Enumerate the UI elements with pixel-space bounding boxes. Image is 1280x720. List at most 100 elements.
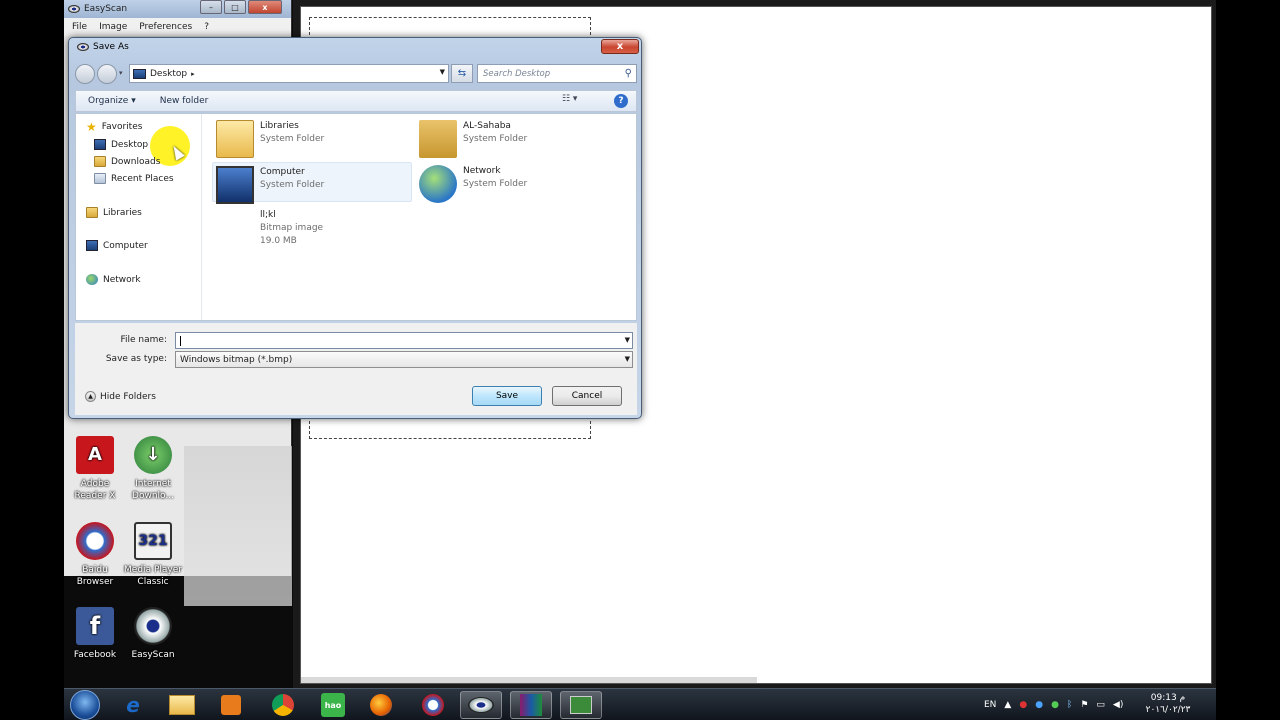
file-name-input[interactable]: ▼ (175, 332, 633, 349)
back-button[interactable] (75, 64, 95, 84)
volume-icon[interactable]: ◀) (1113, 700, 1123, 710)
taskbar-ie-icon[interactable]: e (112, 691, 154, 719)
tray-icon-2[interactable]: ● (1035, 700, 1043, 710)
clock[interactable]: 09:13 م ٢٠١٦/٠٢/٢٣ (1136, 692, 1200, 716)
refresh-button[interactable]: ⇆ (451, 64, 473, 83)
new-folder-button[interactable]: New folder (148, 96, 221, 106)
taskbar-firefox-icon[interactable] (360, 691, 402, 719)
nav-downloads-label: Downloads (111, 156, 161, 167)
language-indicator[interactable]: EN (984, 700, 996, 710)
desktop-icon-label: Baidu Browser (76, 565, 114, 587)
taskbar-easyscan-icon[interactable] (460, 691, 502, 719)
nav-network-label: Network (103, 274, 141, 285)
desktop-icon-label: Facebook (73, 650, 117, 660)
desktop-icon-media-player-classic[interactable]: 321 Media Player Classic (122, 522, 184, 588)
help-icon[interactable]: ? (614, 94, 628, 108)
taskbar-hao123-icon[interactable]: hao (312, 691, 354, 719)
nav-network[interactable]: Network (86, 274, 141, 285)
menu-file[interactable]: File (72, 22, 87, 32)
file-item-computer[interactable]: Computer System Folder (212, 162, 412, 204)
search-placeholder: Search Desktop (483, 68, 551, 79)
dialog-title: Save As (93, 42, 129, 52)
hide-folders-label: Hide Folders (100, 391, 156, 402)
media-icon (221, 695, 241, 715)
file-size: 19.0 MB (260, 236, 297, 246)
recent-locations-chevron-icon[interactable]: ▾ (119, 69, 123, 77)
save-type-select[interactable]: Windows bitmap (*.bmp) ▼ (175, 351, 633, 368)
nav-computer-label: Computer (103, 240, 148, 251)
file-type: System Folder (260, 134, 325, 144)
forward-button[interactable] (97, 64, 117, 84)
menu-preferences[interactable]: Preferences (139, 22, 192, 32)
tray-icon-1[interactable]: ● (1019, 700, 1027, 710)
dialog-eye-icon (77, 43, 89, 51)
winrar-icon (520, 694, 542, 716)
nav-recent-label: Recent Places (111, 173, 174, 184)
nav-desktop[interactable]: Desktop (94, 139, 148, 150)
recent-places-icon (94, 173, 106, 184)
organize-button[interactable]: Organize ▾ (76, 96, 148, 106)
taskbar-explorer-icon[interactable] (161, 691, 203, 719)
cancel-button[interactable]: Cancel (552, 386, 622, 406)
save-button[interactable]: Save (472, 386, 542, 406)
desktop-icon-adobe-reader[interactable]: A Adobe Reader X (64, 436, 126, 502)
chevron-up-icon: ▲ (85, 391, 96, 402)
taskbar-app-icon[interactable] (560, 691, 602, 719)
taskbar-winrar-icon[interactable] (510, 691, 552, 719)
desktop-icon (94, 139, 106, 150)
clock-date: ٢٠١٦/٠٢/٢٣ (1145, 705, 1191, 715)
file-item-libraries[interactable]: Libraries System Folder (216, 120, 412, 158)
taskbar-baidu-icon[interactable] (412, 691, 454, 719)
desktop-icon-internet-download-manager[interactable]: ↓ Internet Downlo... (122, 436, 184, 502)
network-tray-icon[interactable]: ▭ (1096, 700, 1105, 710)
nav-computer[interactable]: Computer (86, 240, 148, 251)
desktop-icon-label: Media Player Classic (124, 565, 182, 587)
start-button[interactable] (70, 690, 100, 720)
address-bar[interactable]: Desktop ▸ ▼ (129, 64, 449, 83)
show-hidden-icons[interactable]: ▲ (1004, 700, 1011, 710)
nav-favorites-label: Favorites (101, 122, 143, 132)
letterbox-right (1216, 0, 1280, 720)
bluetooth-icon[interactable]: ᛒ (1067, 700, 1072, 710)
file-type: System Folder (463, 134, 528, 144)
menu-image[interactable]: Image (99, 22, 127, 32)
desktop-icon-baidu-browser[interactable]: Baidu Browser (64, 522, 126, 588)
dialog-toolbar: Organize ▾ New folder ☷ ▾ ? (75, 90, 637, 112)
libraries-icon (86, 207, 98, 218)
nav-downloads[interactable]: Downloads (94, 156, 160, 167)
firefox-icon (370, 694, 392, 716)
folder-icon (169, 695, 195, 715)
idm-globe-icon: ↓ (134, 436, 172, 474)
minimize-button[interactable]: – (200, 0, 222, 14)
file-name-dropdown-icon[interactable]: ▼ (625, 336, 630, 344)
maximize-button[interactable]: □ (224, 0, 246, 14)
taskbar-media-player-icon[interactable] (210, 691, 252, 719)
navigation-pane: ★ Favorites Desktop Downloads Recent Pla… (76, 114, 202, 320)
hide-folders-button[interactable]: ▲ Hide Folders (85, 391, 156, 402)
search-input[interactable]: Search Desktop ⚲ (477, 64, 637, 83)
nav-recent-places[interactable]: Recent Places (94, 173, 174, 184)
clock-time: 09:13 م (1150, 693, 1186, 703)
change-view-icon[interactable]: ☷ ▾ (562, 94, 577, 104)
breadcrumb-chevron-icon[interactable]: ▸ (191, 70, 195, 78)
file-item-al-sahaba[interactable]: AL-Sahaba System Folder (419, 120, 615, 158)
address-dropdown-icon[interactable]: ▼ (440, 68, 445, 76)
file-item-network[interactable]: Network System Folder (419, 165, 615, 203)
file-item-bitmap[interactable]: ll;kl Bitmap image 19.0 MB (216, 209, 412, 249)
nav-libraries[interactable]: Libraries (86, 207, 142, 218)
tray-icon-3[interactable]: ● (1051, 700, 1059, 710)
desktop-icon-facebook[interactable]: f Facebook (64, 607, 126, 661)
close-button[interactable]: x (248, 0, 282, 14)
nav-favorites[interactable]: ★ Favorites (86, 121, 143, 133)
baidu-browser-icon (76, 522, 114, 560)
computer-icon (86, 240, 98, 251)
action-center-icon[interactable]: ⚑ (1080, 700, 1088, 710)
desktop-icon-easyscan[interactable]: EasyScan (122, 607, 184, 661)
dialog-close-button[interactable]: x (601, 39, 639, 54)
save-type-dropdown-icon[interactable]: ▼ (625, 355, 630, 363)
facebook-icon: f (76, 607, 114, 645)
menu-help[interactable]: ? (204, 22, 209, 32)
save-as-dialog: Save As x ▾ Desktop ▸ ▼ ⇆ Search Desktop… (68, 37, 642, 419)
taskbar-chrome-icon[interactable] (262, 691, 304, 719)
save-type-label: Save as type: (105, 354, 167, 364)
